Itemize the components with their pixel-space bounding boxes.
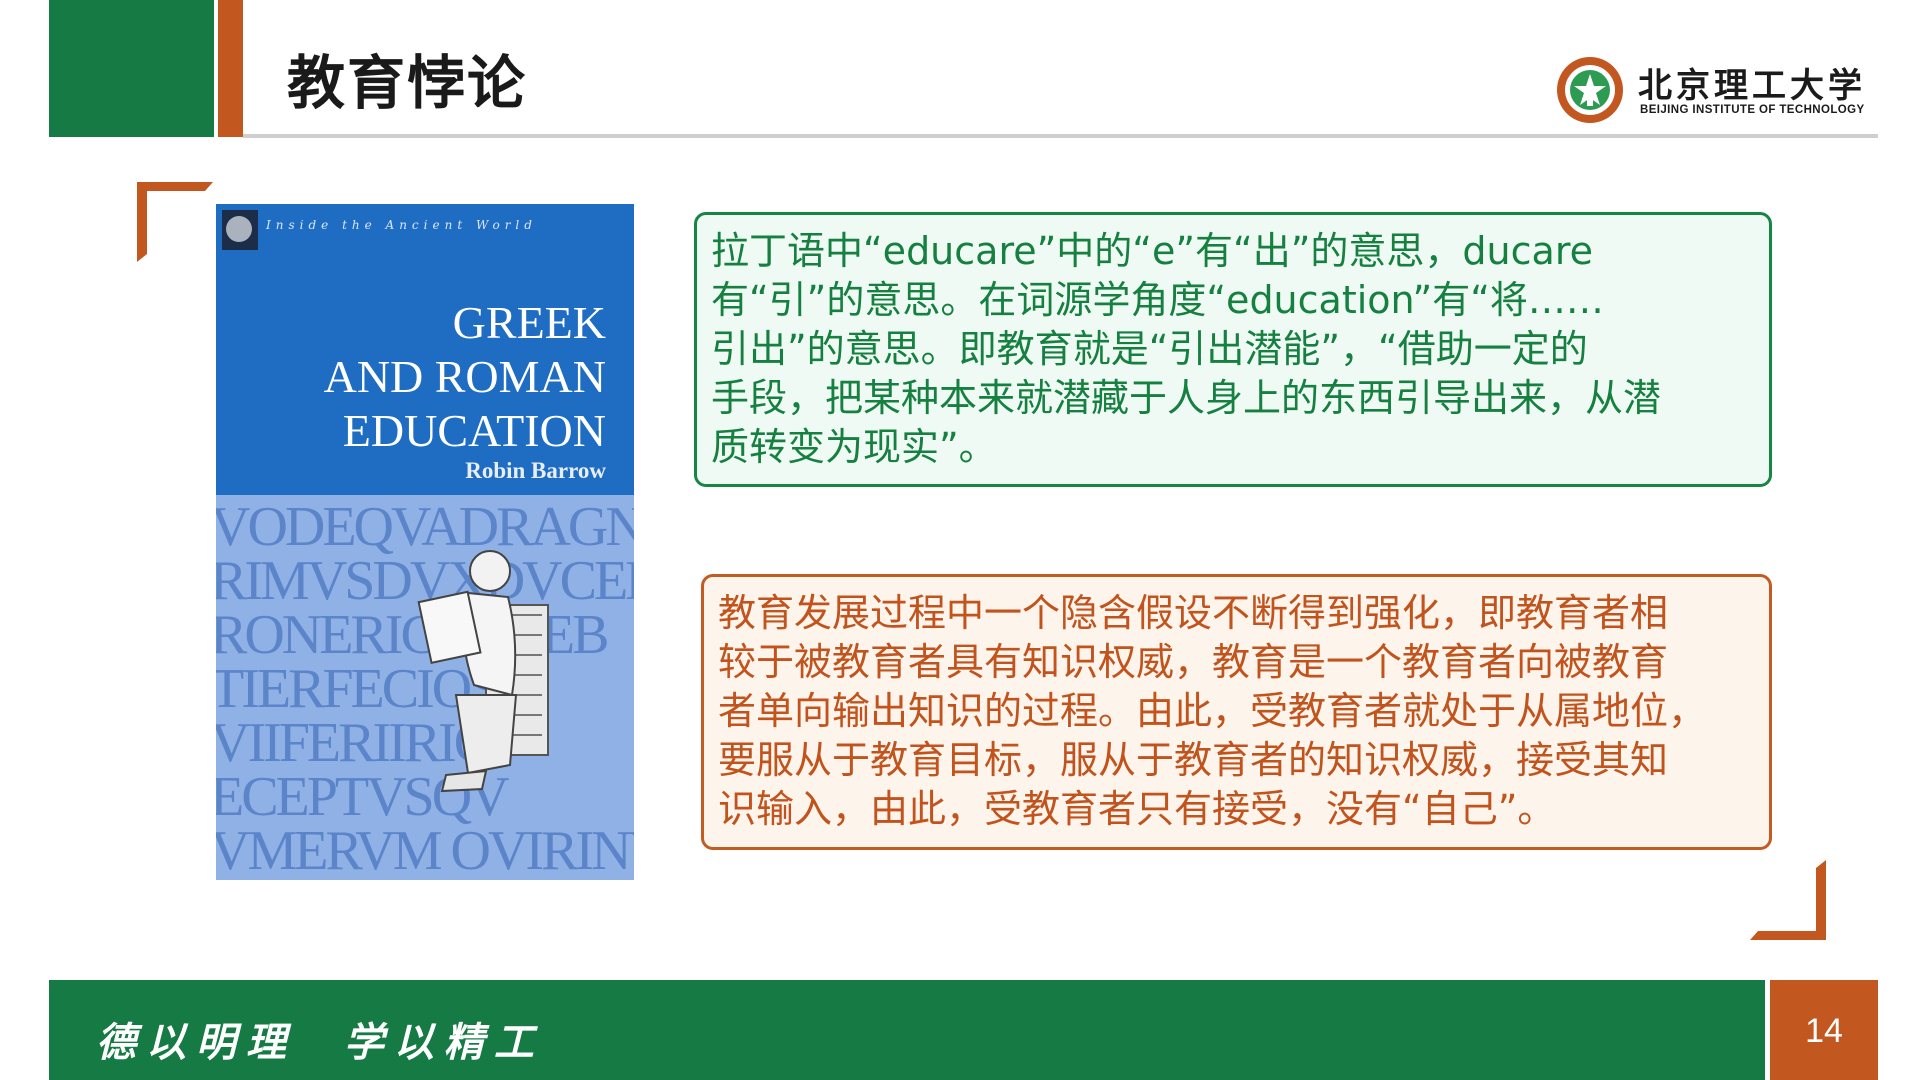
university-emblem-icon <box>1557 57 1623 123</box>
page-title: 教育悖论 <box>287 49 528 117</box>
book-cover-image: Inside the Ancient World GREEK AND ROMAN… <box>216 204 634 880</box>
header-orange-stripe <box>218 0 243 137</box>
text-line: 较于被教育者具有知识权威，教育是一个教育者向被教育 <box>718 640 1669 684</box>
text-line: 拉丁语中“educare”中的“e”有“出”的意思，ducare <box>711 229 1593 273</box>
seated-figure-illustration <box>417 550 549 793</box>
book-cover-title-area: Inside the Ancient World GREEK AND ROMAN… <box>216 204 634 495</box>
university-name-cn: 北京理工大学 <box>1638 66 1866 106</box>
book-series-title: Inside the Ancient World <box>266 218 537 232</box>
book-title-line: GREEK <box>452 297 606 348</box>
etymology-text-box: 拉丁语中“educare”中的“e”有“出”的意思，ducare 有“引”的意思… <box>694 212 1772 487</box>
text-line: 者单向输出知识的过程。由此，受教育者就处于从属地位， <box>718 689 1707 733</box>
book-title-line: AND ROMAN <box>323 351 606 402</box>
book-cover-inscription-area: VODEQVADRAGNIAISQ RIMVSDVXDVCEM RONERIGE… <box>216 495 634 880</box>
book-author: Robin Barrow <box>465 458 606 483</box>
corner-bracket-top-left <box>137 182 213 262</box>
paradox-text-box: 教育发展过程中一个隐含假设不断得到强化，即教育者相 较于被教育者具有知识权威，教… <box>701 574 1772 850</box>
book-title-line: EDUCATION <box>342 405 606 456</box>
header-green-block <box>49 0 214 137</box>
text-line: 引出”的意思。即教育就是“引出潜能”，“借助一定的 <box>711 327 1588 371</box>
coin-icon <box>226 216 252 242</box>
header-divider <box>243 134 1878 138</box>
university-name-en: BEIJING INSTITUTE OF TECHNOLOGY <box>1640 104 1865 116</box>
text-line: 手段，把某种本来就潜藏于人身上的东西引导出来，从潜 <box>711 376 1662 420</box>
text-line: 质转变为现实”。 <box>711 425 997 469</box>
text-line: 识输入，由此，受教育者只有接受，没有“自己”。 <box>718 787 1556 831</box>
university-motto: 德以明理 学以精工 <box>96 1019 544 1066</box>
text-line: 有“引”的意思。在词源学角度“education”有“将…… <box>711 278 1604 322</box>
text-line: 要服从于教育目标，服从于教育者的知识权威，接受其知 <box>718 738 1669 782</box>
page-number: 14 <box>1805 1012 1843 1050</box>
text-line: 教育发展过程中一个隐含假设不断得到强化，即教育者相 <box>718 591 1669 635</box>
corner-bracket-bottom-right <box>1750 860 1826 940</box>
inscription-line: VMERVM OVIRINVS <box>216 820 634 880</box>
